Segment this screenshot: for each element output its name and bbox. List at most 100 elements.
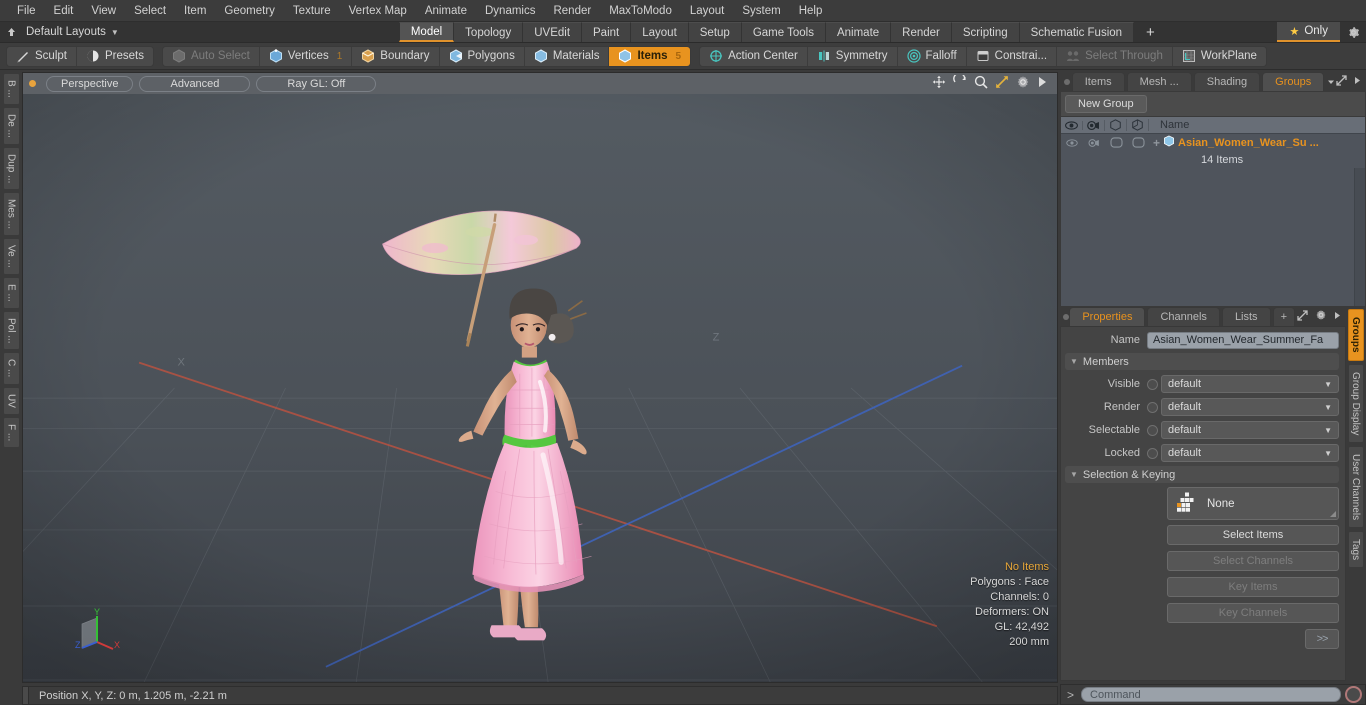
- menu-item-animate[interactable]: Animate: [416, 3, 476, 19]
- axis-gizmo[interactable]: Y X Z: [69, 608, 127, 660]
- tab-layout[interactable]: Layout: [631, 22, 689, 42]
- tab-paint[interactable]: Paint: [582, 22, 632, 42]
- tab-groups[interactable]: Groups: [1262, 72, 1325, 91]
- menu-item-system[interactable]: System: [733, 3, 789, 19]
- view-mode-button[interactable]: Perspective: [46, 75, 134, 92]
- move-icon[interactable]: [932, 75, 946, 92]
- polygons-button[interactable]: Polygons: [439, 46, 525, 66]
- left-tab-edge[interactable]: E ...: [2, 276, 20, 309]
- menu-item-edit[interactable]: Edit: [45, 3, 83, 19]
- menu-item-texture[interactable]: Texture: [284, 3, 340, 19]
- visible-dropdown[interactable]: default ▼: [1161, 375, 1339, 393]
- menu-item-vertex-map[interactable]: Vertex Map: [340, 3, 416, 19]
- tab-model[interactable]: Model: [398, 22, 455, 42]
- more-options-button[interactable]: >>: [1305, 629, 1339, 649]
- fit-icon[interactable]: [995, 75, 1009, 92]
- add-properties-tab[interactable]: +: [1272, 307, 1295, 326]
- action-center-button[interactable]: Action Center: [700, 46, 808, 66]
- tab-topology[interactable]: Topology: [454, 22, 524, 42]
- group-row-name-cell[interactable]: + Asian_Women_Wear_Su ...: [1149, 135, 1319, 150]
- left-tab-mesh[interactable]: Mes ...: [2, 192, 20, 237]
- row-eye-icon[interactable]: [1061, 138, 1083, 147]
- key-items-button[interactable]: Key Items: [1167, 577, 1339, 597]
- constraint-button[interactable]: Constrai...: [966, 46, 1058, 66]
- symmetry-button[interactable]: Symmetry: [807, 46, 898, 66]
- subtab-tags[interactable]: Tags: [1348, 531, 1364, 569]
- menu-item-maxtomodo[interactable]: MaxToModo: [600, 3, 681, 19]
- record-icon[interactable]: [1345, 686, 1362, 703]
- subtab-group-display[interactable]: Group Display: [1348, 363, 1364, 443]
- row-wire-toggle[interactable]: [1105, 137, 1127, 148]
- menu-item-render[interactable]: Render: [544, 3, 600, 19]
- presets-button[interactable]: Presets: [76, 46, 153, 66]
- locked-dropdown[interactable]: default ▼: [1161, 444, 1339, 462]
- menu-item-file[interactable]: File: [8, 3, 45, 19]
- settings-icon[interactable]: [1016, 75, 1030, 92]
- vertices-button[interactable]: Vertices 1: [259, 46, 353, 66]
- left-tab-duplicate[interactable]: Dup ...: [2, 146, 20, 191]
- shading-mode-button[interactable]: Advanced: [139, 75, 251, 92]
- viewport-canvas[interactable]: X Z Y X Z No Items Polygons: Face Chann…: [23, 94, 1057, 682]
- zoom-icon[interactable]: [974, 75, 988, 92]
- only-toggle-button[interactable]: ★ Only: [1277, 22, 1340, 42]
- col-render-icon[interactable]: [1083, 119, 1105, 131]
- play-icon[interactable]: [1037, 76, 1047, 91]
- new-group-button[interactable]: New Group: [1065, 95, 1147, 113]
- tab-lists[interactable]: Lists: [1221, 307, 1271, 326]
- tab-overflow-chevron-icon[interactable]: [1326, 72, 1336, 91]
- menu-item-select[interactable]: Select: [125, 3, 175, 19]
- locked-radio[interactable]: [1147, 447, 1158, 459]
- tab-channels[interactable]: Channels: [1147, 307, 1220, 326]
- chevron-right-icon[interactable]: [1354, 76, 1361, 88]
- col-shade-icon[interactable]: [1127, 119, 1149, 131]
- tab-animate[interactable]: Animate: [825, 22, 892, 42]
- tab-uvedit[interactable]: UVEdit: [523, 22, 583, 42]
- panel-menu-dot-icon[interactable]: [1062, 72, 1072, 91]
- expand-icon[interactable]: [1297, 309, 1308, 324]
- expand-icon[interactable]: [1336, 74, 1347, 89]
- tab-render[interactable]: Render: [891, 22, 952, 42]
- table-row[interactable]: + Asian_Women_Wear_Su ...: [1061, 134, 1365, 151]
- members-section-header[interactable]: ▼ Members: [1065, 353, 1339, 370]
- boundary-button[interactable]: Boundary: [352, 46, 440, 66]
- render-radio[interactable]: [1147, 401, 1158, 413]
- menu-item-item[interactable]: Item: [175, 3, 215, 19]
- auto-select-button[interactable]: Auto Select: [162, 46, 260, 66]
- tab-items[interactable]: Items: [1071, 72, 1125, 91]
- subtab-groups[interactable]: Groups: [1348, 309, 1364, 361]
- properties-menu-dot-icon[interactable]: [1062, 307, 1069, 326]
- select-items-button[interactable]: Select Items: [1167, 525, 1339, 545]
- command-input[interactable]: Command: [1081, 687, 1341, 702]
- tab-properties[interactable]: Properties: [1069, 307, 1146, 326]
- gear-icon[interactable]: [1340, 22, 1366, 42]
- tab-shading[interactable]: Shading: [1193, 72, 1261, 91]
- left-tab-fusion[interactable]: F ...: [2, 416, 20, 448]
- falloff-button[interactable]: Falloff: [897, 46, 967, 66]
- key-channels-button[interactable]: Key Channels: [1167, 603, 1339, 623]
- tab-scripting[interactable]: Scripting: [951, 22, 1020, 42]
- select-through-button[interactable]: Select Through: [1057, 46, 1173, 66]
- menu-item-help[interactable]: Help: [790, 3, 832, 19]
- materials-button[interactable]: Materials: [524, 46, 610, 66]
- up-arrow-icon[interactable]: [0, 22, 22, 42]
- chevron-right-icon[interactable]: [1334, 311, 1341, 323]
- left-tab-vertex[interactable]: Ve ...: [2, 238, 20, 275]
- col-eye-icon[interactable]: [1061, 120, 1083, 130]
- tab-schematic-fusion[interactable]: Schematic Fusion: [1019, 22, 1135, 42]
- selection-mode-button[interactable]: None: [1167, 487, 1339, 520]
- expand-plus-icon[interactable]: +: [1153, 136, 1160, 150]
- menu-item-dynamics[interactable]: Dynamics: [476, 3, 544, 19]
- row-shade-toggle[interactable]: [1127, 137, 1149, 148]
- groups-list-scrollbar[interactable]: [1354, 168, 1365, 306]
- selection-keying-section-header[interactable]: ▼ Selection & Keying: [1065, 466, 1339, 483]
- row-render-icon[interactable]: [1083, 138, 1105, 148]
- left-tab-deform[interactable]: De ...: [2, 106, 20, 145]
- add-tab-button[interactable]: +: [1134, 22, 1167, 42]
- visible-radio[interactable]: [1147, 378, 1158, 390]
- workplane-button[interactable]: WorkPlane: [1172, 46, 1266, 66]
- items-button[interactable]: Items 5: [609, 46, 691, 66]
- tab-game-tools[interactable]: Game Tools: [741, 22, 826, 42]
- selectable-radio[interactable]: [1147, 424, 1158, 436]
- raygl-button[interactable]: Ray GL: Off: [256, 75, 377, 92]
- menu-item-view[interactable]: View: [82, 3, 125, 19]
